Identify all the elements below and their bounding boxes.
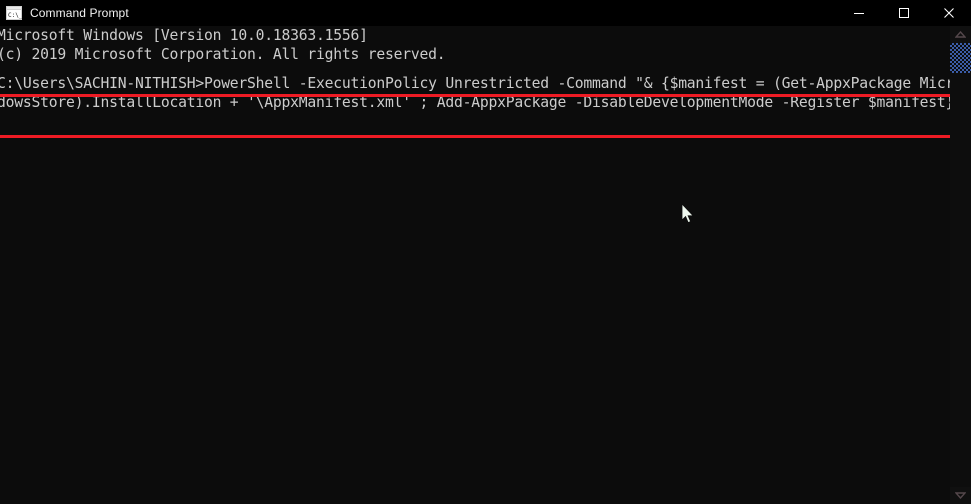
scroll-down-arrow-icon: [955, 492, 966, 499]
console-line-copyright: (c) 2019 Microsoft Corporation. All righ…: [0, 46, 446, 63]
window-title: Command Prompt: [30, 6, 129, 20]
scroll-up-button[interactable]: [950, 26, 971, 43]
window-controls: [836, 0, 971, 26]
scrollbar-thumb[interactable]: [950, 43, 971, 73]
titlebar[interactable]: C:\_ Command Prompt: [0, 0, 971, 26]
console-line-command-part1: C:\Users\SACHIN-NITHISH>PowerShell -Exec…: [0, 75, 950, 92]
minimize-icon: [853, 13, 864, 14]
scroll-up-arrow-icon: [955, 31, 966, 38]
scroll-down-button[interactable]: [950, 487, 971, 504]
console-output-area[interactable]: Microsoft Windows [Version 10.0.18363.15…: [0, 26, 950, 504]
console-scrollbar[interactable]: [950, 26, 971, 504]
mouse-arrow-cursor: [681, 202, 695, 225]
svg-text:C:\_: C:\_: [8, 12, 22, 19]
command-prompt-window: C:\_ Command Prompt Microsoft Windows [V…: [0, 0, 971, 504]
console-line-command-part2: dowsStore).InstallLocation + '\AppxManif…: [0, 94, 950, 111]
close-icon: [943, 8, 954, 18]
minimize-button[interactable]: [836, 0, 881, 26]
maximize-button[interactable]: [881, 0, 926, 26]
command-prompt-icon: C:\_: [6, 5, 23, 21]
console-line-version: Microsoft Windows [Version 10.0.18363.15…: [0, 27, 368, 44]
close-button[interactable]: [926, 0, 971, 26]
scrollbar-track[interactable]: [950, 43, 971, 487]
maximize-icon: [898, 8, 909, 18]
